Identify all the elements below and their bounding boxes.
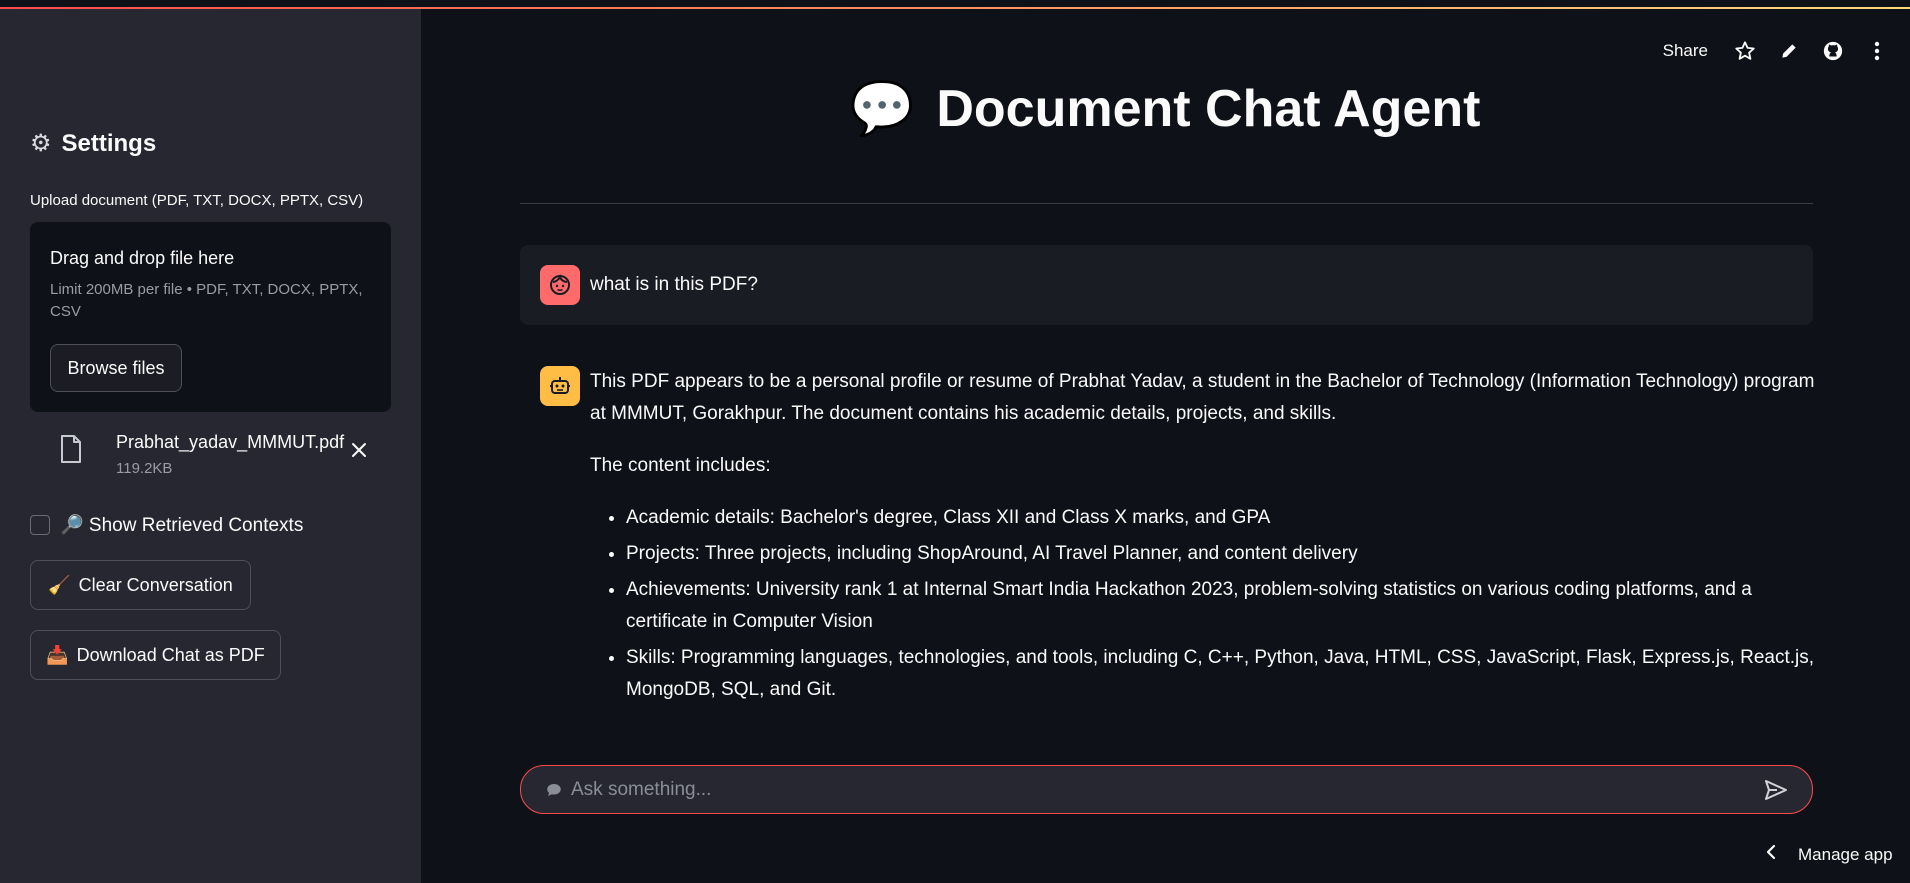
remove-file-icon[interactable] <box>347 438 371 462</box>
manage-app-button[interactable]: Manage app <box>1766 844 1893 865</box>
send-icon[interactable] <box>1764 779 1788 806</box>
assistant-bullet-list: Academic details: Bachelor's degree, Cla… <box>590 502 1820 706</box>
clear-conversation-button[interactable]: 🧹 Clear Conversation <box>30 560 251 610</box>
top-decoration-bar <box>0 0 1910 9</box>
file-size: 119.2KB <box>116 460 173 477</box>
upload-label: Upload document (PDF, TXT, DOCX, PPTX, C… <box>30 192 364 209</box>
file-dropzone[interactable]: Drag and drop file here Limit 200MB per … <box>30 222 391 412</box>
download-pdf-label: Download Chat as PDF <box>76 644 265 665</box>
clear-conversation-label: Clear Conversation <box>78 574 233 595</box>
settings-title: Settings <box>61 129 157 157</box>
edit-pencil-icon[interactable] <box>1778 40 1800 62</box>
inbox-icon: 📥 <box>46 644 69 665</box>
gear-icon: ⚙ <box>30 130 52 157</box>
manage-app-label: Manage app <box>1798 844 1893 864</box>
chevron-left-icon <box>1766 844 1776 865</box>
list-item: Projects: Three projects, including Shop… <box>626 538 1820 570</box>
browse-files-button[interactable]: Browse files <box>50 344 182 392</box>
uploaded-file: Prabhat_yadav_MMMUT.pdf 119.2KB <box>55 424 385 484</box>
page-title-text: Document Chat Agent <box>936 79 1481 138</box>
download-pdf-button[interactable]: 📥 Download Chat as PDF <box>30 630 281 680</box>
chat-input-box[interactable] <box>520 765 1813 814</box>
user-message: what is in this PDF? <box>520 245 1813 325</box>
show-contexts-label: 🔎 Show Retrieved Contexts <box>60 515 304 536</box>
show-contexts-toggle[interactable]: 🔎 Show Retrieved Contexts <box>30 513 303 537</box>
list-item: Academic details: Bachelor's degree, Cla… <box>626 502 1820 534</box>
github-icon[interactable] <box>1822 40 1844 62</box>
star-icon[interactable] <box>1734 40 1756 62</box>
broom-icon: 🧹 <box>48 574 71 595</box>
user-message-text: what is in this PDF? <box>590 274 758 295</box>
title-divider <box>520 203 1813 204</box>
share-button[interactable]: Share <box>1663 41 1708 61</box>
more-menu-icon[interactable] <box>1866 40 1888 62</box>
chat-bubble-icon <box>545 781 563 804</box>
user-avatar-icon <box>540 265 580 305</box>
chat-input[interactable] <box>571 766 1721 813</box>
speech-bubble-icon: 💬 <box>849 80 915 138</box>
sidebar: ⚙ Settings Upload document (PDF, TXT, DO… <box>0 9 421 883</box>
assistant-message-body: This PDF appears to be a personal profil… <box>590 366 1820 710</box>
settings-heading: ⚙ Settings <box>30 129 156 158</box>
bot-avatar-icon <box>540 366 580 406</box>
assistant-intro: This PDF appears to be a personal profil… <box>590 371 1815 424</box>
page-title: 💬 Document Chat Agent <box>420 78 1910 139</box>
file-name: Prabhat_yadav_MMMUT.pdf <box>116 432 345 452</box>
show-contexts-checkbox[interactable] <box>30 515 50 535</box>
file-icon <box>59 434 83 469</box>
dropzone-limit: Limit 200MB per file • PDF, TXT, DOCX, P… <box>50 281 363 320</box>
list-item: Achievements: University rank 1 at Inter… <box>626 574 1820 638</box>
assistant-lead: The content includes: <box>590 455 771 476</box>
list-item: Skills: Programming languages, technolog… <box>626 642 1820 706</box>
app-toolbar: Share <box>1663 40 1888 62</box>
dropzone-title: Drag and drop file here <box>50 248 235 268</box>
